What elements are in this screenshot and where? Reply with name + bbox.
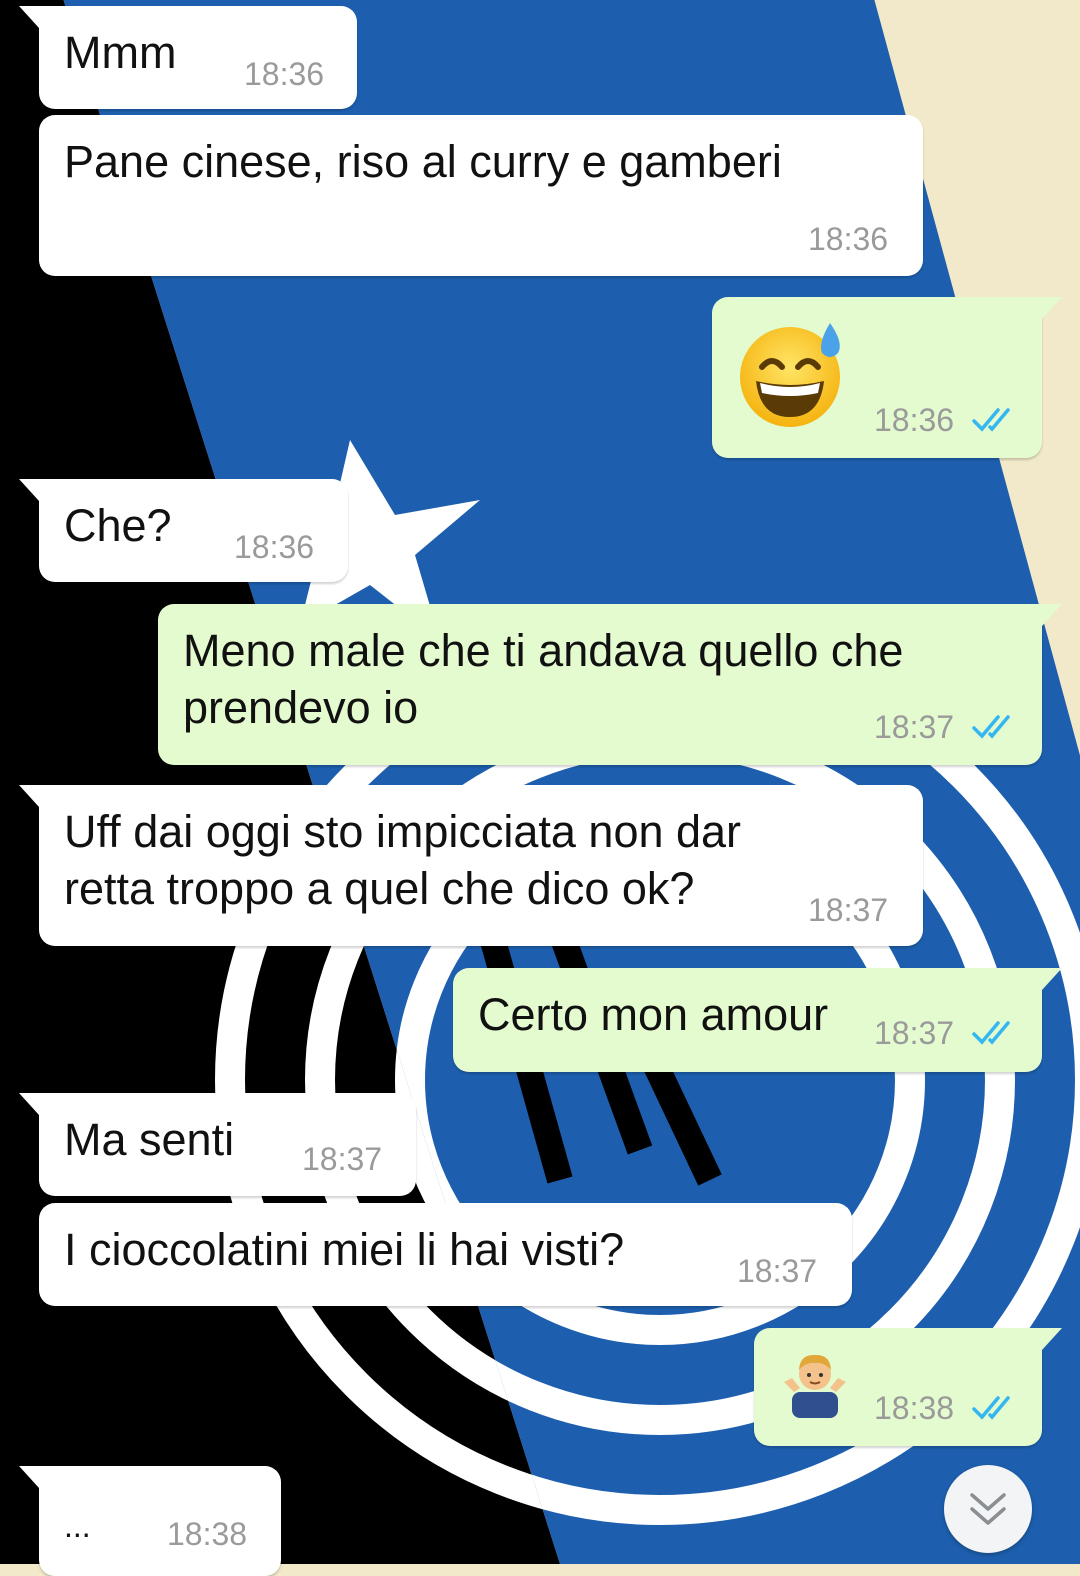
message-text: Ma senti xyxy=(64,1114,235,1165)
message-text: Che? xyxy=(64,500,172,551)
message-bubble[interactable]: Ma senti 18:37 xyxy=(19,1093,416,1196)
message-bubble[interactable]: 18:38 xyxy=(754,1328,1062,1446)
read-receipt-icon xyxy=(972,1021,1010,1045)
scroll-to-bottom-button[interactable] xyxy=(944,1465,1032,1553)
message-bubble[interactable]: Mmm 18:36 xyxy=(19,6,357,109)
read-receipt-icon xyxy=(972,715,1010,739)
message-time: 18:37 xyxy=(808,892,889,928)
message-bubble[interactable]: Meno male che ti andava quello che prend… xyxy=(158,604,1062,765)
man-shrugging-icon xyxy=(784,1354,846,1418)
grinning-face-with-sweat-icon xyxy=(740,323,840,427)
message-text: I cioccolatini miei li hai visti? xyxy=(64,1224,625,1275)
message-bubble[interactable]: ... 18:38 xyxy=(19,1466,281,1576)
message-time: 18:37 xyxy=(874,709,955,745)
message-time: 18:37 xyxy=(302,1141,383,1177)
message-bubble[interactable]: Certo mon amour 18:37 xyxy=(453,968,1062,1072)
message-text: Certo mon amour xyxy=(478,989,829,1040)
message-time: 18:37 xyxy=(874,1015,955,1051)
message-bubble[interactable]: 18:36 xyxy=(712,297,1062,458)
double-chevron-down-icon xyxy=(970,1493,1006,1525)
message-bubble[interactable]: I cioccolatini miei li hai visti? 18:37 xyxy=(39,1203,852,1306)
message-text: Pane cinese, riso al curry e gamberi xyxy=(64,136,782,187)
message-time: 18:36 xyxy=(244,56,325,92)
message-bubble[interactable]: Uff dai oggi sto impicciata non dar rett… xyxy=(19,785,923,946)
message-text: Uff dai oggi sto impicciata non dar rett… xyxy=(64,806,742,914)
message-time: 18:37 xyxy=(737,1253,818,1289)
message-text: Mmm xyxy=(64,27,177,78)
message-time: 18:38 xyxy=(167,1516,248,1552)
read-receipt-icon xyxy=(972,408,1010,432)
message-bubble[interactable]: Che? 18:36 xyxy=(19,479,348,582)
message-time: 18:38 xyxy=(874,1390,955,1426)
message-bubble[interactable]: Pane cinese, riso al curry e gamberi 18:… xyxy=(39,115,923,276)
read-receipt-icon xyxy=(972,1396,1010,1420)
message-time: 18:36 xyxy=(234,529,315,565)
message-text: ... xyxy=(64,1508,91,1544)
message-text: Meno male che ti andava quello che prend… xyxy=(183,625,904,733)
message-time: 18:36 xyxy=(808,221,889,257)
message-time: 18:36 xyxy=(874,402,955,438)
